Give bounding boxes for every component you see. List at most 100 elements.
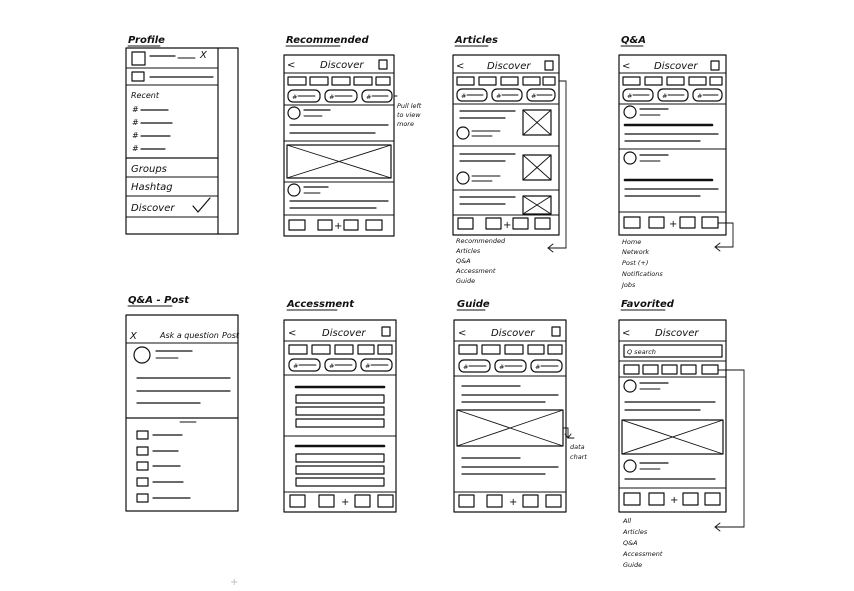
plus-icon[interactable]: + [334, 221, 342, 232]
hashtag-chips[interactable]: # # # [287, 89, 393, 103]
option-articles: Articles [622, 528, 648, 536]
back-icon[interactable]: < [622, 328, 630, 339]
hashtag-glyph: # [662, 92, 668, 100]
option-qa: Q&A [623, 539, 638, 547]
frame-recommended: Recommended < Discover # # # + Pull left… [283, 35, 422, 237]
frame-title: Recommended [286, 35, 369, 46]
category-tabs[interactable] [458, 344, 563, 355]
image-placeholder-icon [522, 195, 552, 215]
filter-tabs[interactable] [623, 364, 719, 375]
category-tabs[interactable] [456, 76, 556, 86]
hashtag-glyph: # [499, 363, 505, 371]
frame-favorited: Favorited < Discover Q search + All Arti… [618, 299, 745, 569]
avatar-icon [623, 379, 637, 393]
frame-title: Articles [454, 35, 498, 46]
option-post: Post (+) [622, 259, 648, 267]
frame-title: Q&A [621, 35, 646, 46]
header-title: Discover [655, 328, 699, 339]
option-all: All [622, 517, 631, 525]
bookmark-icon[interactable] [378, 59, 388, 70]
hashtag-glyph: # [329, 93, 335, 101]
hashtag-glyph: # [365, 362, 371, 370]
annotation-line: chart [570, 453, 587, 461]
frame-qa-post: Q&A - Post X Ask a question Post [125, 295, 240, 512]
image-placeholder-icon [131, 71, 145, 82]
category-tabs[interactable] [287, 76, 391, 86]
frame-title: Q&A - Post [128, 295, 190, 306]
bookmark-icon[interactable] [544, 60, 554, 71]
plus-icon[interactable]: + [509, 497, 517, 508]
data-chart-placeholder [456, 409, 564, 447]
recent-hashtag-list: # # # # [132, 105, 173, 153]
search-placeholder: Q search [627, 348, 656, 356]
close-icon[interactable]: X [199, 50, 208, 61]
option-articles: Articles [455, 247, 481, 255]
menu-item-hashtag[interactable]: Hashtag [131, 182, 173, 193]
back-icon[interactable]: < [288, 328, 296, 339]
hashtag-glyph: # [531, 92, 537, 100]
frame-qa: Q&A < Discover # # # + Home Network Post… [618, 35, 734, 289]
option-notifications: Notifications [622, 270, 663, 278]
back-icon[interactable]: < [287, 60, 295, 71]
hashtag-chips[interactable]: # # # [288, 358, 393, 372]
hashtag-glyph: # [293, 362, 299, 370]
back-icon[interactable]: < [458, 328, 466, 339]
plus-icon[interactable]: + [670, 495, 678, 506]
header-title: Discover [320, 60, 364, 71]
avatar-icon [287, 106, 301, 120]
hashtag-chips[interactable]: # # # [456, 88, 556, 102]
frame-title: Accessment [286, 299, 355, 310]
hashtag-glyph: # [132, 105, 139, 114]
bookmark-icon[interactable] [381, 326, 391, 337]
option-guide: Guide [623, 561, 642, 569]
avatar-icon [623, 151, 637, 165]
hashtag-chips[interactable]: # # # [458, 359, 563, 373]
bottom-tab-bar[interactable]: + [458, 494, 562, 508]
faint-plus-mark: + [230, 577, 238, 588]
post-button[interactable]: Post [222, 331, 240, 340]
phone-outline [283, 319, 397, 513]
assessment-answer-options[interactable] [295, 453, 385, 487]
bottom-tab-bar[interactable]: + [289, 494, 394, 508]
arrow-icon [714, 369, 745, 528]
hashtag-glyph: # [697, 92, 703, 100]
bottom-tab-bar[interactable]: + [623, 216, 719, 230]
header-title: Ask a question [159, 331, 219, 340]
bottom-tab-bar[interactable]: + [457, 217, 551, 231]
menu-item-discover[interactable]: Discover [131, 203, 175, 214]
plus-icon[interactable]: + [669, 219, 677, 230]
back-icon[interactable]: < [622, 61, 630, 72]
option-recommended: Recommended [456, 237, 506, 245]
back-icon[interactable]: < [456, 61, 464, 72]
check-icon [192, 197, 211, 213]
arrow-icon [562, 427, 575, 439]
attachment-options[interactable] [136, 430, 191, 503]
frame-accessment: Accessment < Discover # # # + [283, 299, 397, 513]
assessment-answer-options[interactable] [295, 394, 385, 428]
close-icon[interactable]: X [129, 331, 138, 342]
hashtag-glyph: # [366, 93, 372, 101]
image-placeholder-icon [522, 109, 552, 136]
bookmark-icon[interactable] [710, 60, 720, 71]
category-tabs[interactable] [288, 344, 393, 355]
bottom-tab-bar[interactable]: + [623, 492, 721, 506]
bookmark-icon[interactable] [551, 326, 561, 337]
bottom-tab-bar[interactable]: + [288, 219, 383, 232]
avatar-icon [623, 459, 637, 473]
frame-articles: Articles < Discover # # # + Recommended … [452, 35, 567, 285]
hashtag-glyph: # [132, 131, 139, 140]
menu-item-groups[interactable]: Groups [131, 164, 167, 175]
recent-label: Recent [131, 91, 160, 100]
plus-icon[interactable]: + [341, 497, 349, 508]
hashtag-glyph: # [132, 144, 139, 153]
hashtag-glyph: # [535, 363, 541, 371]
header-title: Discover [487, 61, 531, 72]
plus-icon[interactable]: + [503, 220, 511, 231]
option-network: Network [622, 248, 649, 256]
avatar-icon [456, 126, 470, 140]
hashtag-glyph: # [461, 92, 467, 100]
hashtag-glyph: # [292, 93, 298, 101]
avatar-icon [456, 171, 470, 185]
hashtag-chips[interactable]: # # # [622, 88, 723, 102]
category-tabs[interactable] [622, 76, 723, 86]
